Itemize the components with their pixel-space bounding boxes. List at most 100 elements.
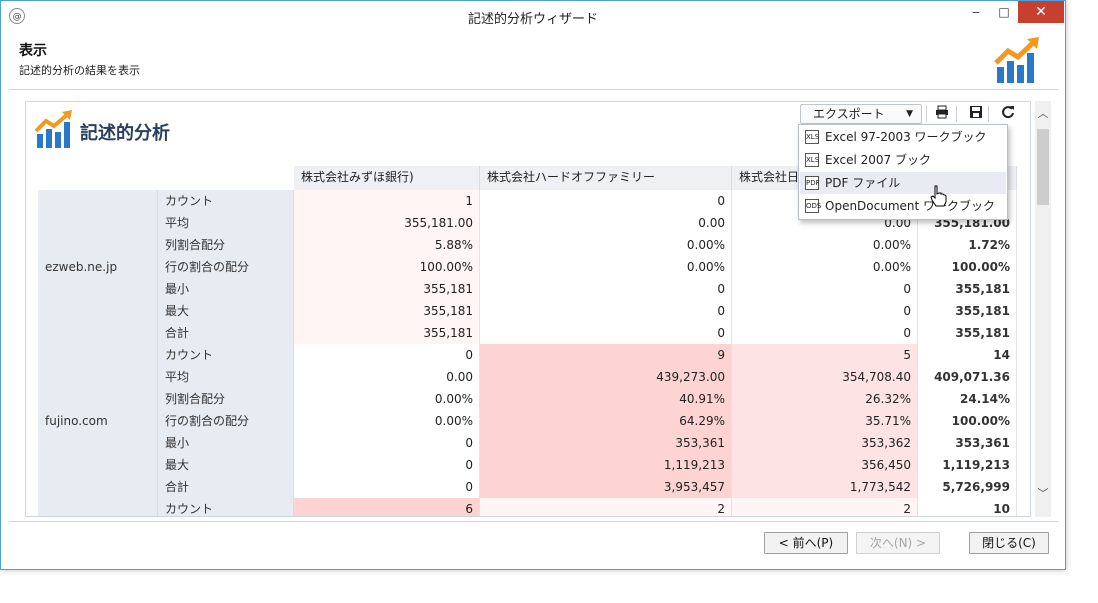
menu-item-excel-97[interactable]: XLS Excel 97-2003 ワークブック bbox=[800, 126, 1006, 148]
table-cell: 64.29% bbox=[480, 410, 732, 432]
table-cell: 0 bbox=[480, 300, 732, 322]
row-group-header: fujino.com bbox=[38, 344, 158, 498]
menu-item-excel-2007[interactable]: XLS Excel 2007 ブック bbox=[800, 149, 1006, 171]
close-button[interactable]: 閉じる(C) bbox=[969, 532, 1049, 554]
table-cell: 2 bbox=[480, 498, 732, 516]
toolbar-separator bbox=[926, 106, 927, 122]
measure-label: 行の割合の配分 bbox=[158, 410, 294, 432]
wizard-header: 表示 記述的分析の結果を表示 bbox=[9, 32, 1059, 90]
page-subtitle: 記述的分析の結果を表示 bbox=[19, 64, 140, 77]
measure-label: 最大 bbox=[158, 300, 294, 322]
table-cell: 100.00% bbox=[294, 256, 480, 278]
table-cell: 353,361 bbox=[480, 432, 732, 454]
menu-item-label: PDF ファイル bbox=[825, 176, 901, 190]
table-cell: 356,450 bbox=[732, 454, 918, 476]
close-window-button[interactable]: ✕ bbox=[1018, 1, 1064, 23]
table-cell: 409,071.36 bbox=[918, 366, 1017, 388]
measure-label: 行の割合の配分 bbox=[158, 256, 294, 278]
table-cell: 0 bbox=[294, 344, 480, 366]
table-cell: 14 bbox=[918, 344, 1017, 366]
pdf-icon: PDF bbox=[805, 176, 820, 190]
print-icon[interactable] bbox=[932, 105, 952, 123]
scroll-thumb[interactable] bbox=[1037, 129, 1049, 205]
table-cell: 5,726,999 bbox=[918, 476, 1017, 498]
save-icon[interactable] bbox=[966, 105, 986, 123]
panel-title: 記述的分析 bbox=[80, 123, 170, 144]
table-cell: 0 bbox=[732, 300, 918, 322]
table-cell: 355,181 bbox=[918, 278, 1017, 300]
window-title: 記述的分析ウィザード bbox=[467, 12, 598, 27]
export-dropdown-button[interactable]: エクスポート ▼ bbox=[800, 104, 922, 124]
table-cell: 0 bbox=[480, 190, 732, 212]
table-cell: 1,773,542 bbox=[732, 476, 918, 498]
table-cell: 355,181 bbox=[294, 278, 480, 300]
table-cell: 0.00 bbox=[480, 212, 732, 234]
prev-button[interactable]: < 前へ(P) bbox=[764, 532, 848, 554]
table-cell: 0 bbox=[732, 278, 918, 300]
vertical-scrollbar[interactable]: ︿ ﹀ bbox=[1035, 101, 1051, 517]
menu-item-opendocument[interactable]: ODS OpenDocument ワークブック bbox=[800, 195, 1006, 217]
page-title: 表示 bbox=[19, 43, 47, 59]
table-cell: 1.72% bbox=[918, 234, 1017, 256]
table-cell: 35.71% bbox=[732, 410, 918, 432]
table-cell: 0 bbox=[732, 322, 918, 344]
minimize-button[interactable]: ‒ bbox=[963, 1, 989, 23]
table-cell: 1,119,213 bbox=[480, 454, 732, 476]
menu-item-pdf[interactable]: PDF PDF ファイル bbox=[800, 172, 1006, 194]
table-cell: 5 bbox=[732, 344, 918, 366]
export-menu: XLS Excel 97-2003 ワークブック XLS Excel 2007 … bbox=[798, 124, 1008, 220]
next-button[interactable]: 次へ(N) > bbox=[856, 532, 940, 554]
maximize-button[interactable]: □ bbox=[991, 1, 1017, 23]
measure-label: カウント bbox=[158, 190, 294, 212]
table-cell: 6 bbox=[294, 498, 480, 516]
hand-cursor-icon bbox=[930, 185, 947, 207]
measure-label: 平均 bbox=[158, 366, 294, 388]
chevron-down-icon[interactable]: ﹀ bbox=[1035, 485, 1051, 501]
table-cell: 5.88% bbox=[294, 234, 480, 256]
analytics-chart-icon bbox=[34, 110, 72, 148]
menu-item-label: Excel 97-2003 ワークブック bbox=[825, 130, 987, 144]
excel-icon: XLS bbox=[805, 130, 819, 144]
table-cell: 0 bbox=[294, 454, 480, 476]
table-cell: 24.14% bbox=[918, 388, 1017, 410]
table-cell: 26.32% bbox=[732, 388, 918, 410]
measure-label: 列割合配分 bbox=[158, 234, 294, 256]
export-label: エクスポート bbox=[813, 107, 885, 121]
table-cell: 0 bbox=[294, 476, 480, 498]
table-cell: 0 bbox=[480, 278, 732, 300]
dropdown-arrow-icon: ▼ bbox=[906, 109, 913, 119]
table-cell: 0.00% bbox=[480, 234, 732, 256]
wizard-window: @ 記述的分析ウィザード ‒ □ ✕ 表示 記述的分析の結果を表示 記述的分析 … bbox=[0, 0, 1066, 570]
analytics-logo-icon bbox=[994, 37, 1039, 83]
table-cell: 2 bbox=[732, 498, 918, 516]
table-cell: 355,181 bbox=[294, 300, 480, 322]
table-cell: 1,119,213 bbox=[918, 454, 1017, 476]
measure-label: 最大 bbox=[158, 454, 294, 476]
measure-label: 合計 bbox=[158, 322, 294, 344]
table-cell: 3,953,457 bbox=[480, 476, 732, 498]
measure-label: 平均 bbox=[158, 212, 294, 234]
excel-icon: XLS bbox=[805, 153, 819, 167]
table-cell: 10 bbox=[918, 498, 1017, 516]
measure-label: カウント bbox=[158, 344, 294, 366]
table-cell: 355,181.00 bbox=[294, 212, 480, 234]
table-cell: 100.00% bbox=[918, 410, 1017, 432]
table-cell: 40.91% bbox=[480, 388, 732, 410]
table-cell: 0.00 bbox=[294, 366, 480, 388]
measure-label: カウント bbox=[158, 498, 294, 516]
menu-item-label: Excel 2007 ブック bbox=[825, 153, 931, 167]
ods-icon: ODS bbox=[805, 199, 821, 213]
row-group-header: ezweb.ne.jp bbox=[38, 190, 158, 344]
table-cell: 0.00% bbox=[732, 234, 918, 256]
measure-label: 列割合配分 bbox=[158, 388, 294, 410]
table-cell: 0.00% bbox=[294, 388, 480, 410]
table-cell: 0.00% bbox=[294, 410, 480, 432]
chevron-up-icon[interactable]: ︿ bbox=[1035, 105, 1051, 121]
refresh-icon[interactable] bbox=[998, 105, 1018, 123]
toolbar-separator bbox=[956, 106, 957, 122]
table-cell: 0 bbox=[480, 322, 732, 344]
measure-label: 最小 bbox=[158, 432, 294, 454]
table-cell: 0 bbox=[294, 432, 480, 454]
table-cell: 0.00% bbox=[480, 256, 732, 278]
table-cell: 353,361 bbox=[918, 432, 1017, 454]
